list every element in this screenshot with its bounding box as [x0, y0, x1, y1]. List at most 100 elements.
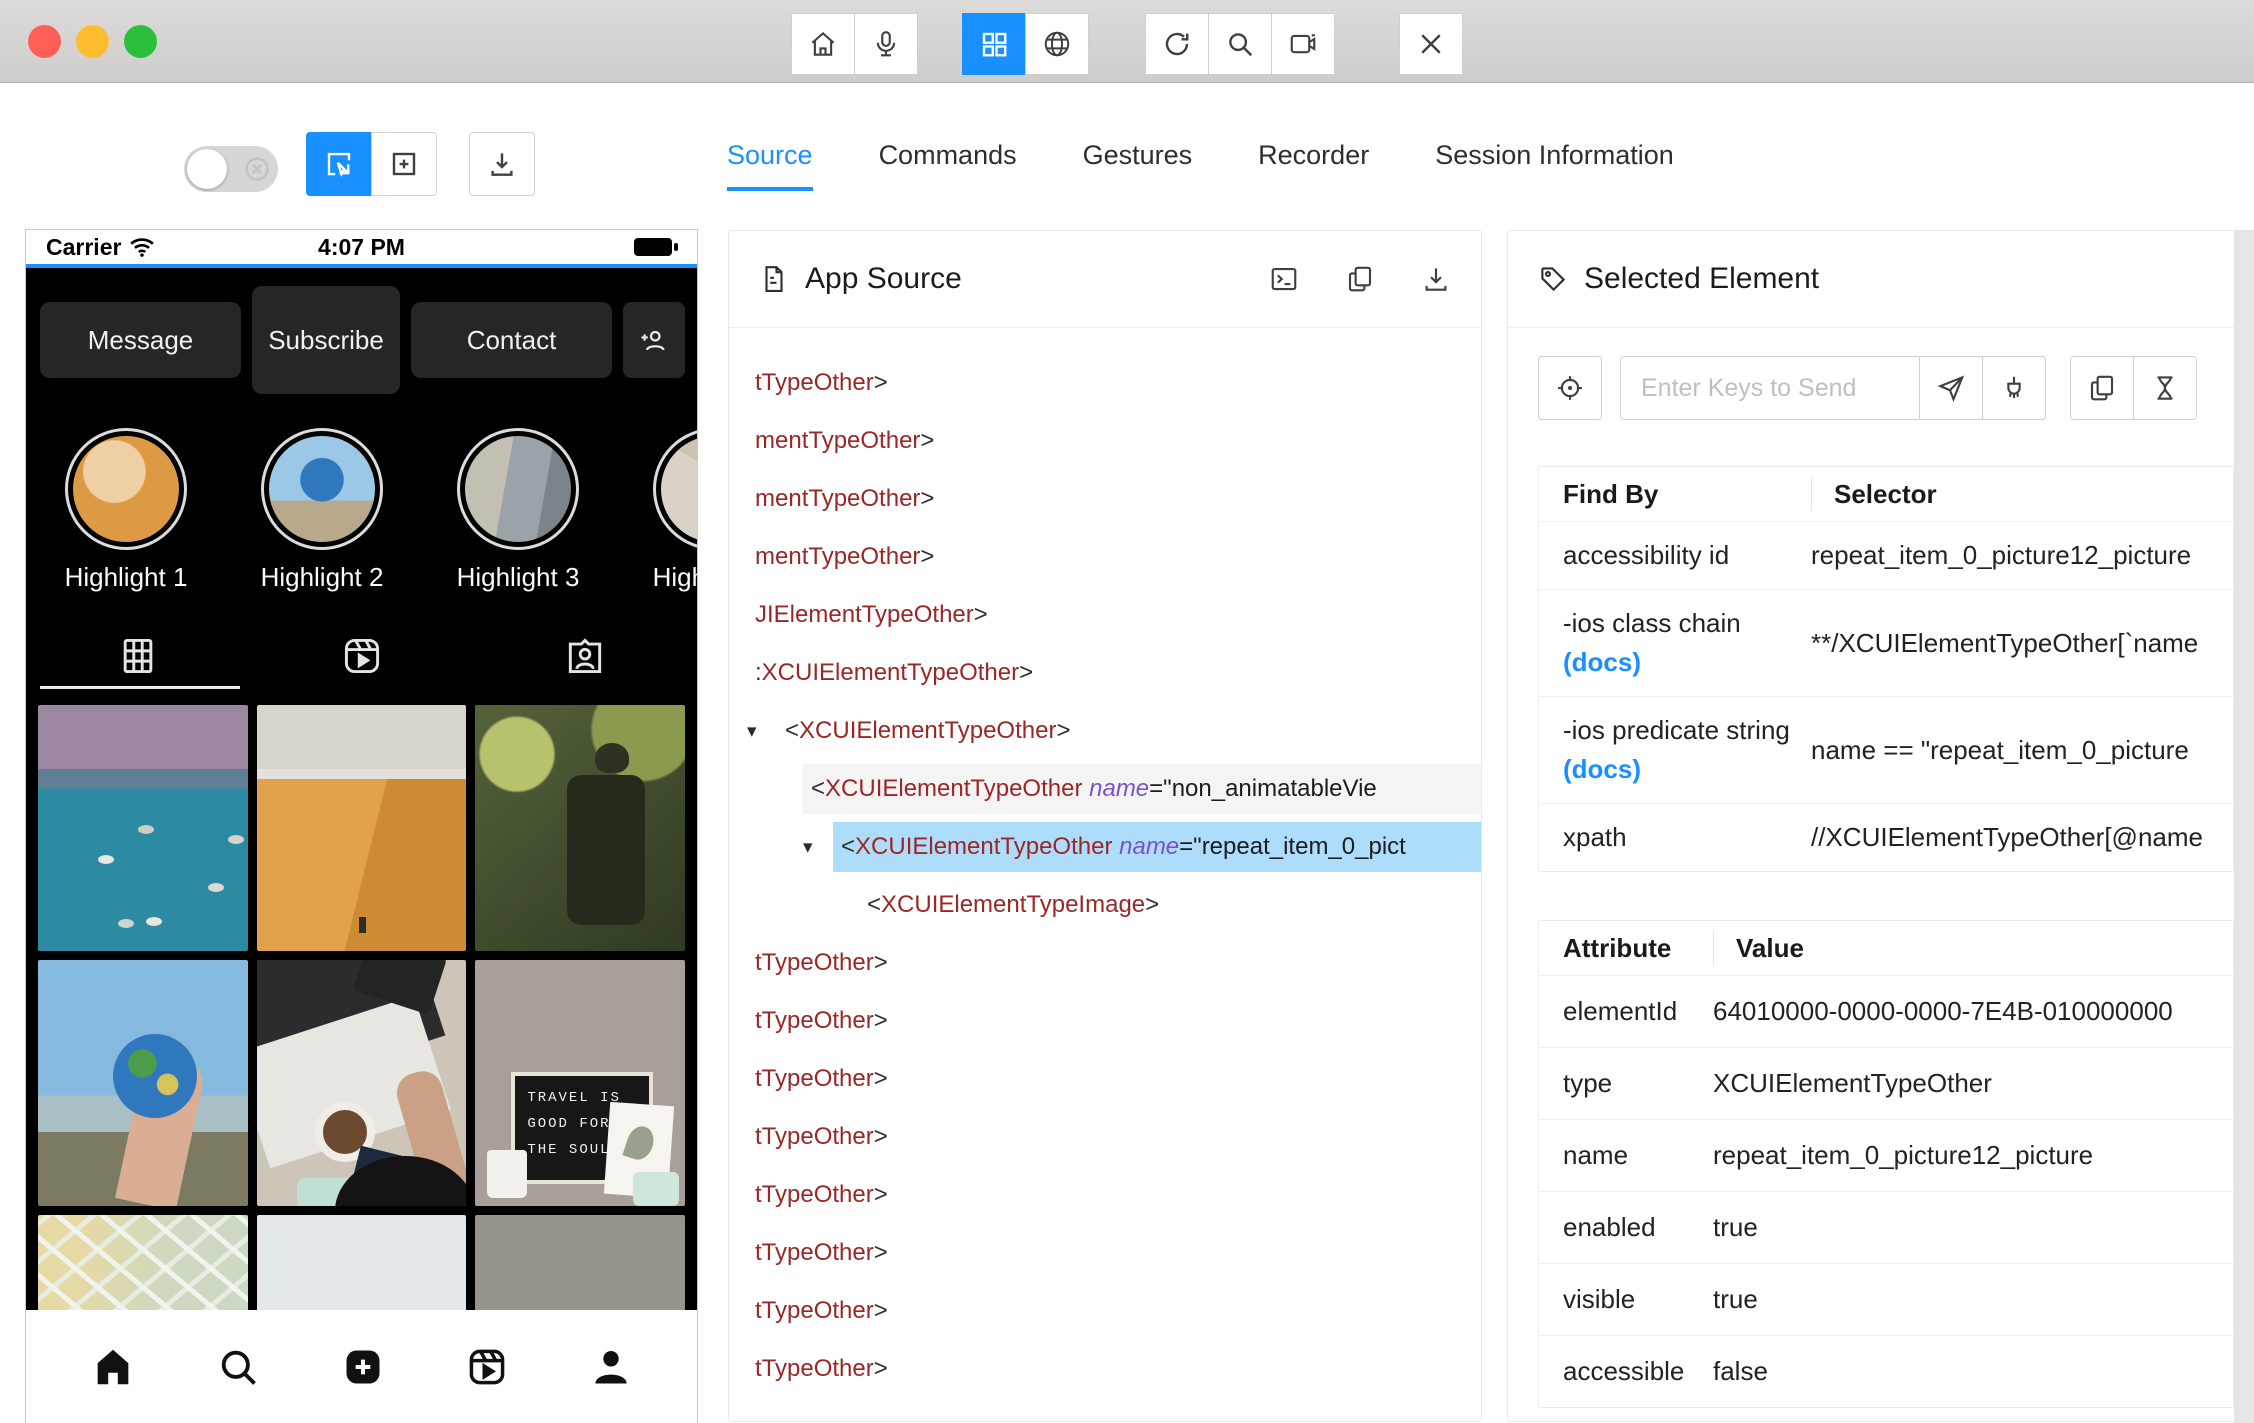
- selector-value: repeat_item_0_picture12_picture: [1811, 540, 2192, 570]
- grid-tab[interactable]: [26, 634, 250, 678]
- terminal-icon[interactable]: [1269, 264, 1299, 294]
- locate-element-button[interactable]: [1538, 356, 1602, 420]
- photo-hiker[interactable]: [475, 705, 685, 951]
- xml-tree-node[interactable]: tTypeOther>: [729, 1282, 1481, 1340]
- expand-caret-icon[interactable]: ▾: [803, 836, 833, 859]
- tab-source[interactable]: Source: [727, 140, 813, 191]
- photo-mountain[interactable]: [256, 1215, 467, 1310]
- clear-button[interactable]: [1982, 356, 2046, 420]
- find-by-row: xpath //XCUIElementTypeOther[@name: [1539, 803, 2233, 871]
- grid-tab-icon: [123, 638, 153, 674]
- reels-icon[interactable]: [465, 1345, 509, 1389]
- quit-session-button[interactable]: [1399, 13, 1463, 75]
- xml-tree-node[interactable]: <XCUIElementTypeImage>: [729, 876, 1481, 934]
- highlight-4[interactable]: Highlight 4: [646, 428, 697, 593]
- add-person-button[interactable]: [623, 302, 685, 378]
- xml-tree-node[interactable]: mentTypeOther>: [729, 470, 1481, 528]
- refresh-button[interactable]: [1145, 13, 1209, 75]
- copy-icon: [2090, 375, 2114, 401]
- record-video-button[interactable]: [1271, 13, 1335, 75]
- search-icon[interactable]: [216, 1345, 260, 1389]
- apps-grid-button[interactable]: [962, 13, 1026, 75]
- xml-tree-node[interactable]: tTypeOther>: [729, 1108, 1481, 1166]
- docs-link[interactable]: (docs): [1563, 647, 1803, 678]
- boats: [98, 855, 114, 864]
- xml-tree-node[interactable]: tTypeOther>: [729, 934, 1481, 992]
- selected-element-title: Selected Element: [1584, 262, 1820, 295]
- attribute-name: enabled: [1563, 1212, 1656, 1242]
- xml-tree-node[interactable]: ▾ <XCUIElementTypeOther>: [729, 702, 1481, 760]
- tab-commands[interactable]: Commands: [879, 140, 1017, 191]
- find-by-strategy: xpath: [1563, 822, 1627, 852]
- xml-tree-node[interactable]: tTypeOther>: [729, 992, 1481, 1050]
- zoom-window-button[interactable]: [124, 25, 157, 58]
- xml-tree-node[interactable]: tTypeOther>: [729, 1224, 1481, 1282]
- search-button[interactable]: [1208, 13, 1272, 75]
- home-icon[interactable]: [90, 1344, 136, 1390]
- tab-recorder[interactable]: Recorder: [1258, 140, 1369, 191]
- profile-icon[interactable]: [589, 1345, 633, 1389]
- wait-for-element-button[interactable]: [2133, 356, 2197, 420]
- send-keys-button[interactable]: [1919, 356, 1983, 420]
- xml-tree-node[interactable]: ▾ <XCUIElementTypeOther name="repeat_item…: [729, 818, 1481, 876]
- xml-tree-node[interactable]: mentTypeOther>: [729, 528, 1481, 586]
- photo-dune[interactable]: [256, 705, 467, 951]
- photo-harbor[interactable]: [38, 705, 248, 951]
- xml-tree-node[interactable]: tTypeOther>: [729, 1050, 1481, 1108]
- photo-greenhouse[interactable]: [38, 1215, 248, 1310]
- highlight-1[interactable]: Highlight 1: [58, 428, 194, 593]
- send-keys-input[interactable]: [1620, 356, 1920, 420]
- download-screenshot-button[interactable]: [469, 132, 535, 196]
- screenshot-interaction-toggle[interactable]: [184, 146, 278, 192]
- reels-tab[interactable]: [250, 634, 474, 678]
- expand-caret-icon[interactable]: ▾: [747, 720, 777, 743]
- app-source-header: App Source: [729, 231, 1481, 328]
- xml-tree-node[interactable]: JIElementTypeOther>: [729, 586, 1481, 644]
- xml-tree-node[interactable]: tTypeOther>: [729, 1340, 1481, 1398]
- xml-tree-node[interactable]: mentTypeOther>: [729, 412, 1481, 470]
- document-icon: [765, 266, 783, 292]
- download-icon[interactable]: [1421, 264, 1451, 294]
- xml-tree-node[interactable]: <XCUIElementTypeOther name="non_animatab…: [729, 760, 1481, 818]
- new-post-icon[interactable]: [341, 1345, 385, 1389]
- copy-attributes-button[interactable]: [2070, 356, 2134, 420]
- mug: [487, 1150, 528, 1198]
- window-titlebar: [0, 0, 2254, 83]
- find-by-strategy: accessibility id: [1563, 540, 1730, 570]
- select-elements-mode-button[interactable]: [306, 132, 372, 196]
- highlight-2[interactable]: Highlight 2: [254, 428, 390, 593]
- photo-globe-hand[interactable]: [38, 960, 248, 1206]
- attribute-name: name: [1563, 1140, 1629, 1170]
- tab-gestures[interactable]: Gestures: [1083, 140, 1193, 191]
- xml-tree-node[interactable]: :XCUIElementTypeOther>: [729, 644, 1481, 702]
- tagged-tab[interactable]: [473, 634, 697, 678]
- contact-button[interactable]: Contact: [411, 302, 612, 378]
- hiker-head: [595, 743, 629, 773]
- tab-session-information[interactable]: Session Information: [1435, 140, 1674, 191]
- message-button[interactable]: Message: [40, 302, 241, 378]
- toggle-knob: [187, 149, 227, 189]
- selector-value: **/XCUIElementTypeOther[`name: [1811, 627, 2199, 658]
- attribute-name: visible: [1563, 1284, 1636, 1314]
- photo-wall[interactable]: [475, 1215, 685, 1310]
- xml-tree-node[interactable]: tTypeOther>: [729, 354, 1481, 412]
- swipe-mode-button[interactable]: [371, 132, 437, 196]
- search-icon: [1229, 33, 1253, 57]
- xml-tree-node[interactable]: tTypeOther>: [729, 1166, 1481, 1224]
- copy-icon[interactable]: [1345, 264, 1375, 294]
- device-screenshot[interactable]: Carrier 4:07 PM Message Subscribe Contac…: [25, 229, 698, 1423]
- profile-content-tabs: [26, 623, 697, 689]
- clear-brush-icon: [2007, 376, 2021, 398]
- right-scroll-gutter[interactable]: [2234, 230, 2254, 1423]
- highlight-3[interactable]: Highlight 3: [450, 428, 586, 593]
- home-button[interactable]: [791, 13, 855, 75]
- photo-travel-desk[interactable]: [256, 960, 467, 1206]
- photo-letterboard[interactable]: TRAVEL IS GOOD FOR THE SOUL: [475, 960, 685, 1206]
- docs-link[interactable]: (docs): [1563, 754, 1803, 785]
- subscribe-button[interactable]: Subscribe: [252, 286, 400, 394]
- minimize-window-button[interactable]: [76, 25, 109, 58]
- microphone-button[interactable]: [854, 13, 918, 75]
- close-window-button[interactable]: [28, 25, 61, 58]
- globe-button[interactable]: [1025, 13, 1089, 75]
- attribute-name: elementId: [1563, 996, 1678, 1026]
